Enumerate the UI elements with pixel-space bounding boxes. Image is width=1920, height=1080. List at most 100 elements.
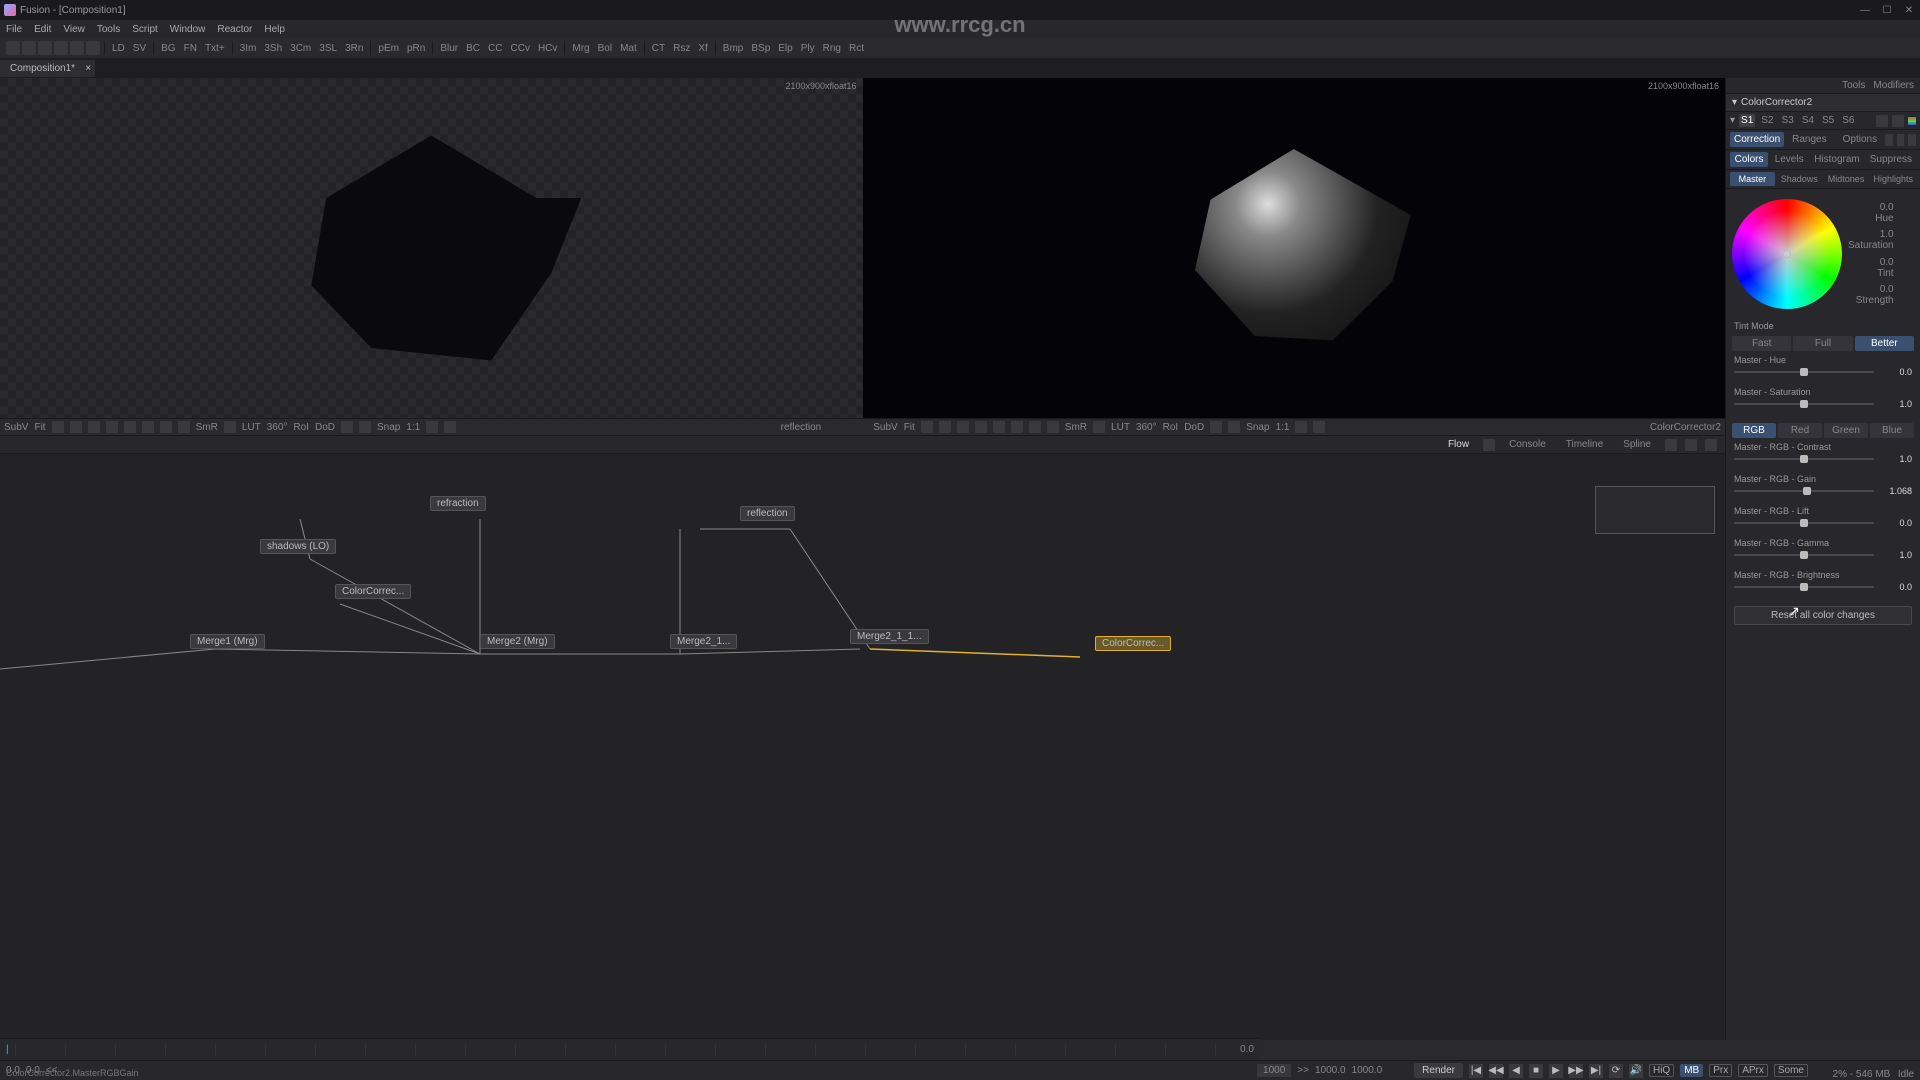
- time-start[interactable]: 0.0: [6, 1065, 20, 1076]
- menu-tools[interactable]: Tools: [97, 24, 120, 35]
- tint-fast[interactable]: Fast: [1732, 336, 1791, 351]
- param-slider[interactable]: [1734, 522, 1874, 524]
- tool-ccv[interactable]: CCv: [508, 43, 533, 54]
- vt-icon[interactable]: [224, 421, 236, 433]
- inspector-tools-tab[interactable]: Tools: [1842, 80, 1865, 91]
- slider-thumb[interactable]: [1800, 551, 1808, 559]
- slider-thumb[interactable]: [1800, 400, 1808, 408]
- vt-smr2[interactable]: Snap: [1246, 422, 1269, 433]
- tool-elp[interactable]: Elp: [775, 43, 795, 54]
- s-tab-s2[interactable]: S2: [1759, 114, 1775, 127]
- chevron-down-icon[interactable]: ▾: [1730, 115, 1735, 126]
- range-highlights[interactable]: Highlights: [1870, 172, 1916, 186]
- vt-lut[interactable]: LUT: [242, 422, 261, 433]
- vt-11[interactable]: 1:1: [406, 422, 420, 433]
- play-icon[interactable]: ▶: [1549, 1064, 1563, 1078]
- flow-tab-timeline[interactable]: Timeline: [1560, 437, 1609, 452]
- vt-icon[interactable]: [52, 421, 64, 433]
- render-end[interactable]: 1000: [1257, 1064, 1291, 1077]
- time-end[interactable]: 1000.0: [1315, 1065, 1346, 1076]
- flow-tab-spline[interactable]: Spline: [1617, 437, 1657, 452]
- s-tab-s6[interactable]: S6: [1840, 114, 1856, 127]
- step-fwd-icon[interactable]: ▶▶: [1569, 1064, 1583, 1078]
- param-slider[interactable]: [1734, 490, 1874, 492]
- vt-icon[interactable]: [1093, 421, 1105, 433]
- time-gstart[interactable]: 0.0: [26, 1065, 40, 1076]
- forward-icon[interactable]: >>: [1297, 1065, 1309, 1076]
- tool-hcv[interactable]: HCv: [535, 43, 560, 54]
- param-value[interactable]: 1.068: [1878, 486, 1912, 496]
- chevron-down-icon[interactable]: ▾: [1732, 97, 1737, 108]
- menu-help[interactable]: Help: [264, 24, 285, 35]
- mb-toggle[interactable]: MB: [1680, 1064, 1703, 1077]
- tool-prn[interactable]: pRn: [404, 43, 428, 54]
- vt-smr[interactable]: Snap: [377, 422, 400, 433]
- param-slider[interactable]: [1734, 586, 1874, 588]
- play-back-icon[interactable]: ◀: [1509, 1064, 1523, 1078]
- tool-icon[interactable]: [86, 41, 100, 55]
- vt-icon[interactable]: [1011, 421, 1023, 433]
- viewer-right[interactable]: 2100x900xfloat16: [863, 78, 1726, 418]
- square-icon[interactable]: [1876, 115, 1888, 127]
- vt-icon[interactable]: [993, 421, 1005, 433]
- aprx-toggle[interactable]: APrx: [1738, 1064, 1768, 1077]
- stop-icon[interactable]: ■: [1529, 1064, 1543, 1078]
- vt-icon[interactable]: [426, 421, 438, 433]
- vt-icon[interactable]: [106, 421, 118, 433]
- vt-112[interactable]: 1:1: [1276, 422, 1290, 433]
- tint-better[interactable]: Better: [1855, 336, 1914, 351]
- tool-3sl[interactable]: 3SL: [316, 43, 340, 54]
- step-back-icon[interactable]: ◀◀: [1489, 1064, 1503, 1078]
- loop-icon[interactable]: ⟳: [1609, 1064, 1623, 1078]
- slider-thumb[interactable]: [1800, 455, 1808, 463]
- mode-suppress[interactable]: Suppress: [1866, 152, 1916, 167]
- color-icon[interactable]: [1908, 117, 1916, 125]
- s-tab-s1[interactable]: S1: [1739, 114, 1755, 127]
- vt-icon[interactable]: [88, 421, 100, 433]
- tool-icon[interactable]: [38, 41, 52, 55]
- vt-subv[interactable]: SubV: [4, 422, 28, 433]
- node-merge2[interactable]: Merge2 (Mrg): [480, 634, 555, 649]
- time-gend[interactable]: 1000.0: [1352, 1065, 1383, 1076]
- tool-fn[interactable]: FN: [181, 43, 200, 54]
- tool-cc[interactable]: CC: [485, 43, 505, 54]
- vt-icon[interactable]: [975, 421, 987, 433]
- menu-file[interactable]: File: [6, 24, 22, 35]
- vt-icon[interactable]: [1313, 421, 1325, 433]
- flow-tab-console[interactable]: Console: [1503, 437, 1552, 452]
- mode-histogram[interactable]: Histogram: [1810, 152, 1864, 167]
- hiq-toggle[interactable]: HiQ: [1649, 1064, 1674, 1077]
- tool-rng[interactable]: Rng: [820, 43, 844, 54]
- node-refraction[interactable]: refraction: [430, 496, 486, 511]
- vt-subv2[interactable]: SubV: [873, 422, 897, 433]
- param-value[interactable]: 1.0: [1878, 454, 1912, 464]
- rgb-tab-green[interactable]: Green: [1824, 423, 1868, 438]
- flow-minimap[interactable]: [1595, 486, 1715, 534]
- rgb-tab-blue[interactable]: Blue: [1870, 423, 1914, 438]
- param-value[interactable]: 1.0: [1878, 550, 1912, 560]
- flow-icon[interactable]: [1705, 439, 1717, 451]
- vt-icon[interactable]: [70, 421, 82, 433]
- tool-bol[interactable]: Bol: [595, 43, 615, 54]
- vt-dod[interactable]: DoD: [315, 422, 335, 433]
- node-shadows[interactable]: shadows (LO): [260, 539, 336, 554]
- slider-thumb[interactable]: [1803, 487, 1811, 495]
- viewer-left[interactable]: 2100x900xfloat16: [0, 78, 863, 418]
- flow-icon[interactable]: [1685, 439, 1697, 451]
- gear-icon[interactable]: [1885, 134, 1893, 146]
- vt-snap[interactable]: SmR: [1065, 422, 1087, 433]
- tool-blur[interactable]: Blur: [437, 43, 461, 54]
- maximize-icon[interactable]: ☐: [1880, 3, 1894, 17]
- tool-3cm[interactable]: 3Cm: [287, 43, 314, 54]
- vt-icon[interactable]: [124, 421, 136, 433]
- minimize-icon[interactable]: —: [1858, 3, 1872, 17]
- vt-icon[interactable]: [939, 421, 951, 433]
- node-merge1[interactable]: Merge1 (Mrg): [190, 634, 265, 649]
- param-value[interactable]: 0.0: [1878, 518, 1912, 528]
- tool-icon[interactable]: [22, 41, 36, 55]
- rgb-tab-rgb[interactable]: RGB: [1732, 423, 1776, 438]
- s-tab-s4[interactable]: S4: [1800, 114, 1816, 127]
- s-tab-s5[interactable]: S5: [1820, 114, 1836, 127]
- goto-end-icon[interactable]: ▶|: [1589, 1064, 1603, 1078]
- goto-start-icon[interactable]: |◀: [1469, 1064, 1483, 1078]
